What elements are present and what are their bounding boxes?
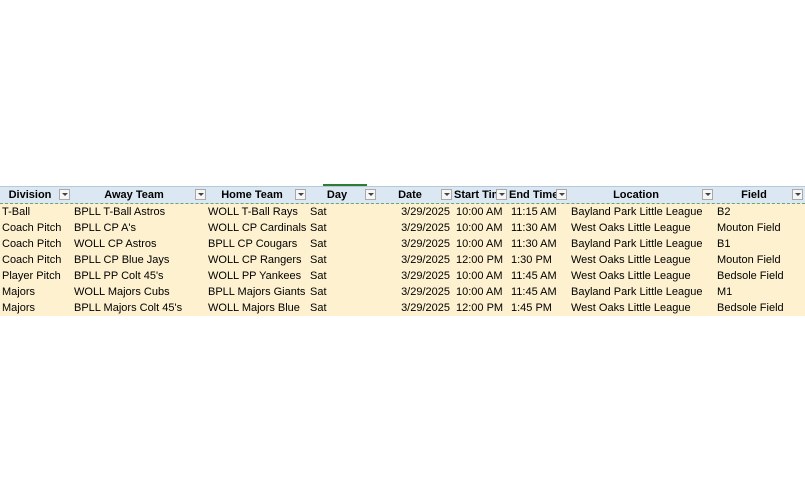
cell-division[interactable]: Majors <box>0 300 72 316</box>
filter-dropdown-icon[interactable] <box>792 189 803 200</box>
cell-away-team[interactable]: BPLL CP A's <box>72 220 208 236</box>
cell-end-time[interactable]: 11:30 AM <box>509 220 569 236</box>
cell-start-time[interactable]: 10:00 AM <box>454 204 509 220</box>
cell-location[interactable]: West Oaks Little League <box>569 220 715 236</box>
filter-dropdown-icon[interactable] <box>556 189 567 200</box>
table-row: Coach Pitch BPLL CP A's WOLL CP Cardinal… <box>0 220 805 236</box>
cell-home-team[interactable]: WOLL CP Cardinals <box>208 220 308 236</box>
cell-away-team[interactable]: BPLL CP Blue Jays <box>72 252 208 268</box>
cell-start-time[interactable]: 10:00 AM <box>454 220 509 236</box>
filter-dropdown-icon[interactable] <box>702 189 713 200</box>
cell-end-time[interactable]: 1:30 PM <box>509 252 569 268</box>
cell-field[interactable]: Mouton Field <box>715 220 805 236</box>
cell-date[interactable]: 3/29/2025 <box>378 268 454 284</box>
column-header-date[interactable]: Date <box>378 187 454 203</box>
cell-away-team[interactable]: BPLL Majors Colt 45's <box>72 300 208 316</box>
table-row: Coach Pitch WOLL CP Astros BPLL CP Couga… <box>0 236 805 252</box>
cell-day[interactable]: Sat <box>308 300 378 316</box>
cell-home-team[interactable]: WOLL T-Ball Rays <box>208 204 308 220</box>
table-row: Majors BPLL Majors Colt 45's WOLL Majors… <box>0 300 805 316</box>
cell-start-time[interactable]: 10:00 AM <box>454 268 509 284</box>
cell-division[interactable]: Coach Pitch <box>0 236 72 252</box>
schedule-table: Division Away Team Home Team Day Date St… <box>0 186 805 316</box>
column-header-division[interactable]: Division <box>0 187 72 203</box>
cell-away-team[interactable]: WOLL CP Astros <box>72 236 208 252</box>
cell-day[interactable]: Sat <box>308 268 378 284</box>
cell-date[interactable]: 3/29/2025 <box>378 236 454 252</box>
cell-date[interactable]: 3/29/2025 <box>378 204 454 220</box>
cell-day[interactable]: Sat <box>308 252 378 268</box>
cell-location[interactable]: West Oaks Little League <box>569 300 715 316</box>
cell-location[interactable]: Bayland Park Little League <box>569 236 715 252</box>
column-header-location[interactable]: Location <box>569 187 715 203</box>
cell-date[interactable]: 3/29/2025 <box>378 284 454 300</box>
cell-day[interactable]: Sat <box>308 236 378 252</box>
cell-away-team[interactable]: BPLL T-Ball Astros <box>72 204 208 220</box>
cell-day[interactable]: Sat <box>308 220 378 236</box>
cell-end-time[interactable]: 11:15 AM <box>509 204 569 220</box>
cell-field[interactable]: B1 <box>715 236 805 252</box>
cell-home-team[interactable]: WOLL Majors Blue <box>208 300 308 316</box>
table-row: Majors WOLL Majors Cubs BPLL Majors Gian… <box>0 284 805 300</box>
column-header-away-team[interactable]: Away Team <box>72 187 208 203</box>
cell-division[interactable]: T-Ball <box>0 204 72 220</box>
filter-dropdown-icon[interactable] <box>496 189 507 200</box>
cell-division[interactable]: Coach Pitch <box>0 220 72 236</box>
cell-start-time[interactable]: 10:00 AM <box>454 284 509 300</box>
cell-start-time[interactable]: 12:00 PM <box>454 252 509 268</box>
cell-start-time[interactable]: 12:00 PM <box>454 300 509 316</box>
cell-field[interactable]: Mouton Field <box>715 252 805 268</box>
cell-day[interactable]: Sat <box>308 204 378 220</box>
cell-field[interactable]: M1 <box>715 284 805 300</box>
filter-dropdown-icon[interactable] <box>195 189 206 200</box>
cell-home-team[interactable]: BPLL CP Cougars <box>208 236 308 252</box>
column-header-day[interactable]: Day <box>308 187 378 203</box>
column-header-field[interactable]: Field <box>715 187 805 203</box>
cell-location[interactable]: Bayland Park Little League <box>569 284 715 300</box>
cell-away-team[interactable]: BPLL PP Colt 45's <box>72 268 208 284</box>
cell-home-team[interactable]: WOLL PP Yankees <box>208 268 308 284</box>
table-row: T-Ball BPLL T-Ball Astros WOLL T-Ball Ra… <box>0 204 805 220</box>
cell-start-time[interactable]: 10:00 AM <box>454 236 509 252</box>
cell-division[interactable]: Coach Pitch <box>0 252 72 268</box>
cell-end-time[interactable]: 11:45 AM <box>509 284 569 300</box>
cell-field[interactable]: Bedsole Field <box>715 300 805 316</box>
filter-dropdown-icon[interactable] <box>295 189 306 200</box>
cell-location[interactable]: West Oaks Little League <box>569 268 715 284</box>
cell-field[interactable]: Bedsole Field <box>715 268 805 284</box>
cell-location[interactable]: Bayland Park Little League <box>569 204 715 220</box>
cell-away-team[interactable]: WOLL Majors Cubs <box>72 284 208 300</box>
cell-end-time[interactable]: 11:45 AM <box>509 268 569 284</box>
cell-day[interactable]: Sat <box>308 284 378 300</box>
cell-date[interactable]: 3/29/2025 <box>378 252 454 268</box>
header-row: Division Away Team Home Team Day Date St… <box>0 186 805 204</box>
cell-division[interactable]: Player Pitch <box>0 268 72 284</box>
cell-home-team[interactable]: BPLL Majors Giants <box>208 284 308 300</box>
column-header-home-team[interactable]: Home Team <box>208 187 308 203</box>
table-row: Player Pitch BPLL PP Colt 45's WOLL PP Y… <box>0 268 805 284</box>
column-header-end-time[interactable]: End Time <box>509 187 569 203</box>
cell-location[interactable]: West Oaks Little League <box>569 252 715 268</box>
filter-dropdown-icon[interactable] <box>441 189 452 200</box>
cell-date[interactable]: 3/29/2025 <box>378 220 454 236</box>
table-row: Coach Pitch BPLL CP Blue Jays WOLL CP Ra… <box>0 252 805 268</box>
cell-field[interactable]: B2 <box>715 204 805 220</box>
cell-division[interactable]: Majors <box>0 284 72 300</box>
cell-home-team[interactable]: WOLL CP Rangers <box>208 252 308 268</box>
cell-end-time[interactable]: 1:45 PM <box>509 300 569 316</box>
column-header-start-time[interactable]: Start Tim <box>454 187 509 203</box>
cell-date[interactable]: 3/29/2025 <box>378 300 454 316</box>
cell-end-time[interactable]: 11:30 AM <box>509 236 569 252</box>
filter-dropdown-icon[interactable] <box>365 189 376 200</box>
filter-dropdown-icon[interactable] <box>59 189 70 200</box>
